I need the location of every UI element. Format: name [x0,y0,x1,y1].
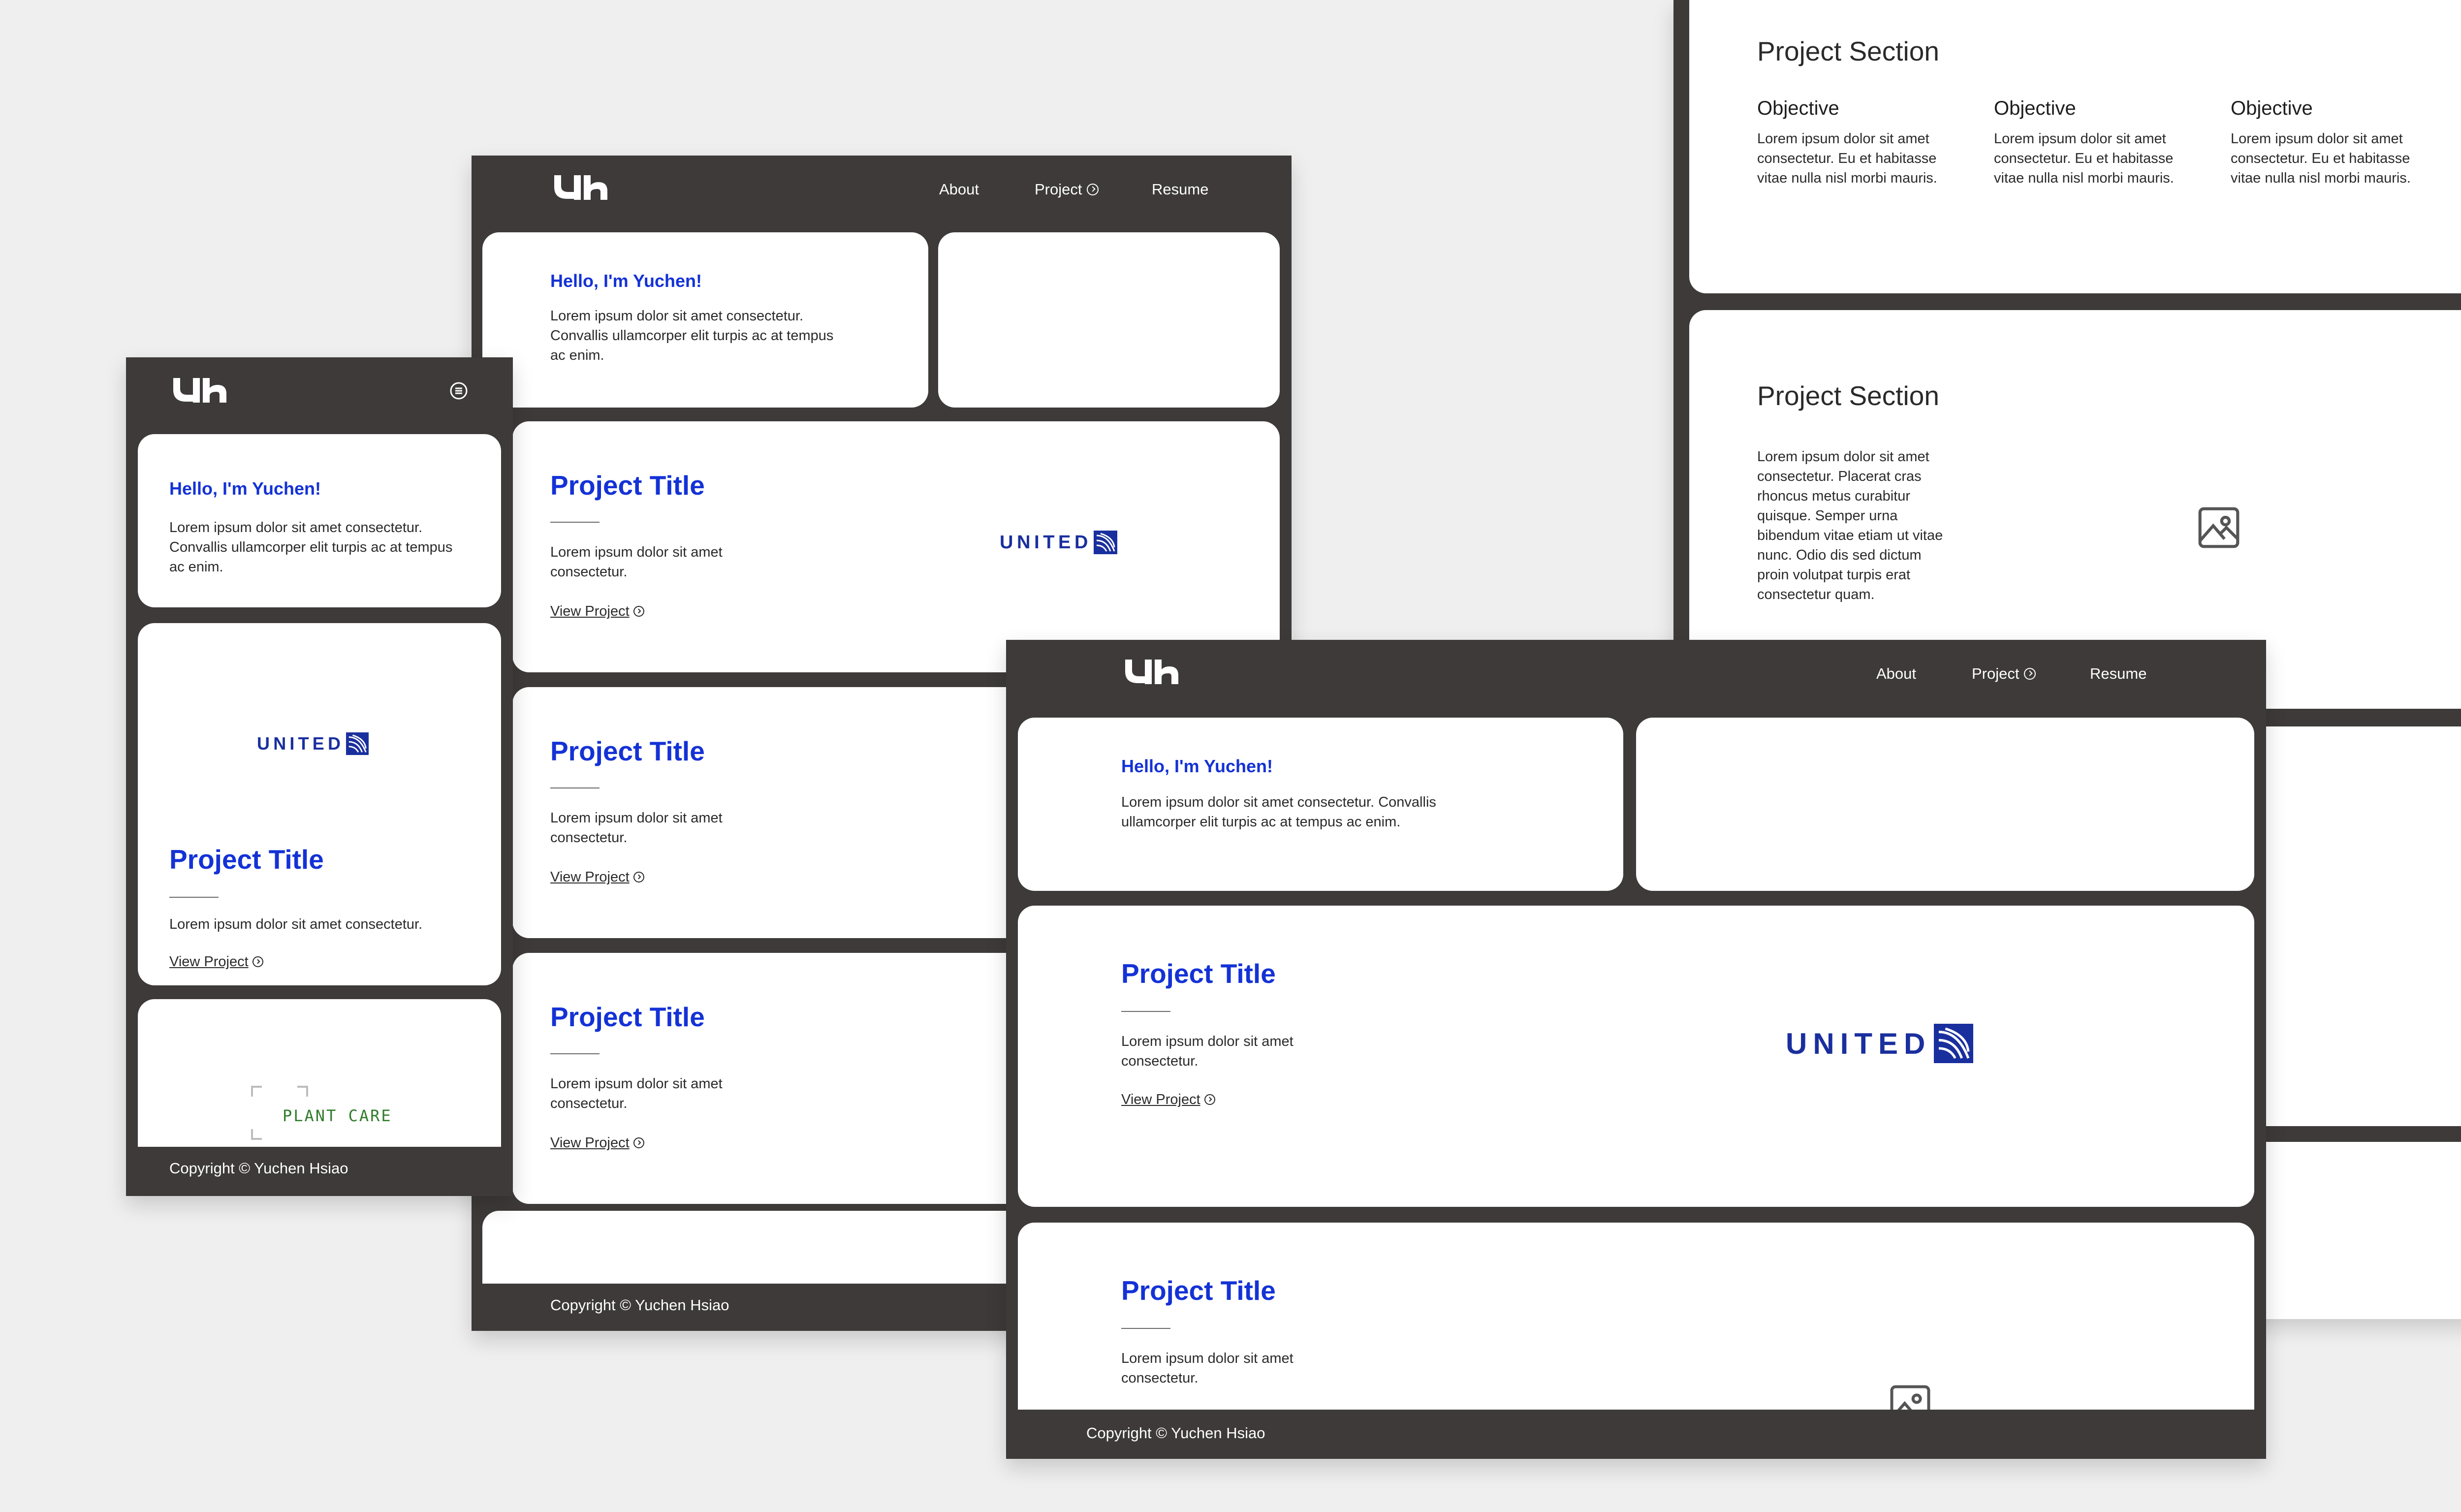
objective-title: Objective [2231,97,2313,119]
nav-resume[interactable]: Resume [1152,181,1208,198]
hero-intro: Lorem ipsum dolor sit amet consectetur. … [169,520,453,575]
project-card[interactable]: PLANT CARE [138,999,501,1147]
arrow-circle-icon [633,872,644,882]
footer-copyright: Copyright © Yuchen Hsiao [1086,1424,1265,1442]
hero-image-card [1636,718,2254,891]
united-wordmark: UNITED [1786,1027,1931,1060]
project-desc: Lorem ipsum dolor sit amet consectetur. [169,916,423,932]
menu-icon[interactable] [449,381,469,401]
nav-resume[interactable]: Resume [2090,665,2146,683]
objective-text: Lorem ipsum dolor sit amet consectetur. … [2231,131,2411,186]
objective-text: Lorem ipsum dolor sit amet consectetur. … [1757,131,1937,186]
view-project-label: View Project [169,954,249,970]
united-logo: UNITED [1786,1024,1974,1063]
mobile-mockup: Hello, I'm Yuchen! Lorem ipsum dolor sit… [126,357,513,1196]
arrow-circle-icon [2024,668,2036,680]
arrow-circle-icon [1204,1094,1215,1105]
title-divider [169,897,219,898]
objective-title: Objective [1994,97,2076,119]
project-title: Project Title [550,736,705,766]
objective-text: Lorem ipsum dolor sit amet consectetur. … [1994,131,2174,186]
hero-intro: Lorem ipsum dolor sit amet consectetur. … [1121,794,1436,830]
yh-monogram-logo[interactable] [169,375,229,406]
section-title: Project Section [1757,380,1939,411]
nav-project-label: Project [1035,181,1082,198]
view-project-link[interactable]: View Project [550,603,644,620]
united-logo: UNITED [1000,531,1118,554]
hero-card: Hello, I'm Yuchen! Lorem ipsum dolor sit… [1018,718,1623,891]
project-title: Project Title [550,1002,705,1032]
yh-monogram-logo[interactable] [550,172,610,203]
view-project-label: View Project [1121,1092,1200,1107]
project-desc: Lorem ipsum dolor sit amet consectetur. [550,544,723,580]
title-divider [550,522,599,523]
project-card[interactable]: Project Title Lorem ipsum dolor sit amet… [1018,1223,2254,1410]
hero-card: Hello, I'm Yuchen! Lorem ipsum dolor sit… [138,434,501,607]
hero-greeting: Hello, I'm Yuchen! [1121,756,1273,776]
image-placeholder-icon [1890,1385,1930,1410]
project-card[interactable]: UNITED Project Title Lorem ipsum dolor s… [138,623,501,985]
united-logo: UNITED [257,732,369,755]
view-project-label: View Project [550,1135,630,1151]
footer-copyright: Copyright © Yuchen Hsiao [550,1296,729,1314]
project-desc: Lorem ipsum dolor sit amet consectetur. [1121,1351,1294,1386]
arrow-circle-icon [252,956,263,967]
united-globe-icon [346,732,369,755]
hero-intro: Lorem ipsum dolor sit amet consectetur. … [550,308,834,363]
view-project-label: View Project [550,869,630,885]
project-title: Project Title [169,844,324,875]
united-globe-icon [1934,1024,1974,1063]
hero-greeting: Hello, I'm Yuchen! [550,271,702,291]
nav-project-label: Project [1972,665,2019,682]
project-section-objectives: Project Section Objective Lorem ipsum do… [1689,0,2461,293]
section-text: Lorem ipsum dolor sit amet consectetur. … [1757,449,1943,602]
title-divider [1121,1011,1170,1012]
nav-project[interactable]: Project [1035,181,1099,198]
view-project-link[interactable]: View Project [169,954,263,970]
nav-project[interactable]: Project [1972,665,2036,683]
project-desc: Lorem ipsum dolor sit amet consectetur. [1121,1034,1294,1069]
project-title: Project Title [550,470,705,501]
footer-copyright: Copyright © Yuchen Hsiao [169,1160,348,1177]
nav-about[interactable]: About [1876,665,1916,683]
united-wordmark: UNITED [257,733,345,754]
project-title: Project Title [1121,1275,1276,1306]
arrow-circle-icon [1087,184,1099,195]
view-project-link[interactable]: View Project [550,1135,644,1151]
united-wordmark: UNITED [1000,532,1092,553]
nav-about[interactable]: About [939,181,979,198]
view-project-link[interactable]: View Project [550,869,644,885]
title-divider [550,1053,599,1054]
hero-card: Hello, I'm Yuchen! Lorem ipsum dolor sit… [482,232,928,408]
desktop-mockup: About Project Resume Hello, I'm Yuchen! … [1006,640,2266,1459]
yh-monogram-logo[interactable] [1121,657,1181,687]
united-globe-icon [1094,531,1118,554]
objective-title: Objective [1757,97,1839,119]
project-card[interactable]: Project Title Lorem ipsum dolor sit amet… [1018,906,2254,1207]
image-placeholder-icon [2198,507,2240,548]
view-project-link[interactable]: View Project [1121,1092,1215,1108]
project-card[interactable]: Project Title Lorem ipsum dolor sit amet… [512,421,1280,672]
hero-image-card [938,232,1280,408]
plant-care-logo: PLANT CARE [283,1106,392,1125]
section-title: Project Section [1757,36,1939,66]
title-divider [1121,1328,1170,1329]
view-project-label: View Project [550,603,630,619]
project-title: Project Title [1121,958,1276,989]
project-desc: Lorem ipsum dolor sit amet consectetur. [550,810,723,846]
project-desc: Lorem ipsum dolor sit amet consectetur. [550,1076,723,1111]
arrow-circle-icon [633,606,644,617]
hero-greeting: Hello, I'm Yuchen! [169,478,321,499]
arrow-circle-icon [633,1137,644,1148]
